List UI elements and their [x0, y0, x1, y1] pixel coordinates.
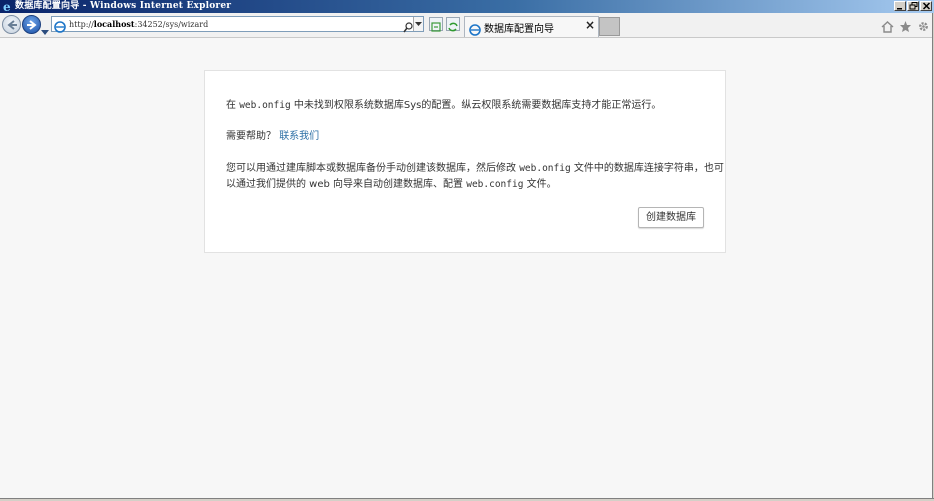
tab-close-icon[interactable]: × [585, 18, 595, 32]
url-path: :34252/sys/wizard [134, 20, 209, 29]
message-text: 在 [226, 100, 240, 111]
window-controls [894, 1, 932, 11]
tab-active[interactable]: 数据库配置向导 × [464, 16, 599, 37]
page-icon [54, 18, 66, 37]
forward-arrow-icon [27, 20, 37, 30]
instructions-text: 文件。 [523, 179, 557, 190]
new-tab-button[interactable] [599, 17, 620, 36]
address-dropdown-button[interactable] [413, 17, 423, 31]
create-database-button[interactable]: 创建数据库 [638, 207, 704, 228]
url-scheme: http:// [69, 20, 94, 29]
restore-icon[interactable] [907, 1, 919, 11]
back-arrow-icon [7, 20, 17, 30]
instructions-text: 以通过我们提供的 web 向导来自动创建数据库、配置 [226, 179, 467, 190]
back-button[interactable] [2, 15, 21, 34]
ie-logo-icon: e [3, 0, 14, 14]
forward-button[interactable] [22, 15, 41, 34]
refresh-icon[interactable] [446, 17, 460, 32]
browser-command-icons [881, 18, 930, 33]
tools-gear-icon[interactable] [917, 18, 930, 31]
message-text: 中未找到权限系统数据库Sys的配置。纵云权限系统需要数据库支持才能正常运行。 [290, 100, 662, 111]
config-filename: web.onfig [519, 163, 571, 174]
url-text[interactable]: http://localhost:34252/sys/wizard [69, 18, 208, 31]
instructions-line-2: 以通过我们提供的 web 向导来自动创建数据库、配置 web.config 文件… [226, 177, 557, 193]
config-filename: web.config [466, 179, 524, 190]
help-label: 需要帮助？ [226, 131, 276, 142]
window-title-bar: e 数据库配置向导 - Windows Internet Explorer [0, 0, 934, 14]
config-filename: web.onfig [239, 100, 291, 111]
search-icon[interactable] [403, 18, 413, 37]
url-host: localhost [93, 19, 135, 29]
contact-us-link[interactable]: 联系我们 [279, 131, 319, 142]
svg-text:e: e [3, 0, 11, 13]
help-line: 需要帮助？ 联系我们 [226, 129, 319, 145]
instructions-text: 您可以用通过建库脚本或数据库备份手动创建该数据库，然后修改 [226, 163, 520, 174]
wizard-card: 在 web.onfig 中未找到权限系统数据库Sys的配置。纵云权限系统需要数据… [204, 70, 726, 253]
recent-pages-icon[interactable] [41, 21, 49, 40]
compatibility-view-icon[interactable] [429, 17, 443, 32]
page-icon [469, 21, 481, 40]
minimize-icon[interactable] [894, 1, 906, 11]
instructions-line-1: 您可以用通过建库脚本或数据库备份手动创建该数据库，然后修改 web.onfig … [226, 161, 724, 177]
missing-config-message: 在 web.onfig 中未找到权限系统数据库Sys的配置。纵云权限系统需要数据… [226, 98, 661, 114]
favorites-star-icon[interactable] [899, 18, 912, 32]
address-bar[interactable]: http://localhost:34252/sys/wizard [51, 16, 424, 33]
browser-toolbar: http://localhost:34252/sys/wizard 数据库配置向… [0, 13, 934, 38]
window-title: 数据库配置向导 - Windows Internet Explorer [15, 1, 232, 11]
home-icon[interactable] [881, 18, 894, 33]
close-icon[interactable] [920, 1, 932, 11]
tab-title: 数据库配置向导 [484, 24, 554, 35]
instructions-text: 文件中的数据库连接字符串，也可 [570, 163, 724, 174]
